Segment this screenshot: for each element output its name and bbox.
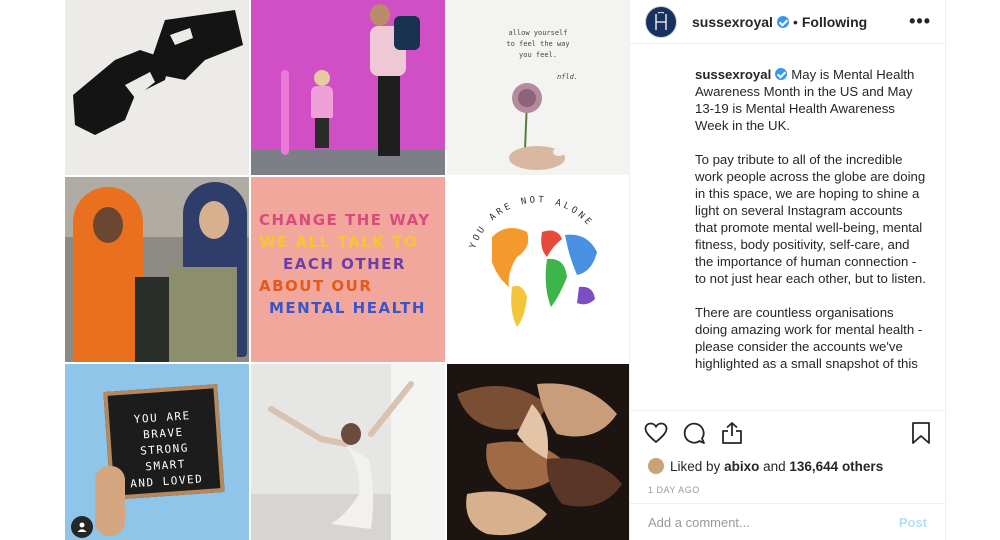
heart-icon[interactable] [644, 422, 668, 444]
grid-tile-stacked-hands [447, 364, 629, 540]
hand [95, 466, 125, 536]
grid-tile-hands [65, 0, 249, 175]
slogan-line: ABOUT OUR [259, 277, 373, 295]
slogan-line: EACH OTHER [283, 255, 406, 273]
share-icon[interactable] [720, 421, 744, 445]
likes-count[interactable]: 136,644 others [789, 459, 883, 474]
man-figure [366, 4, 426, 172]
likes-prefix: Liked by [670, 458, 721, 474]
caption-paragraph: To pay tribute to all of the incredible … [695, 152, 926, 286]
header-separator: • [792, 13, 798, 30]
stacked-hands-illustration [457, 383, 622, 536]
instagram-post: allow yourself to feel the way you feel.… [65, 0, 946, 540]
post-timestamp[interactable]: 1 DAY AGO [630, 477, 945, 503]
comment-input[interactable]: Add a comment... [648, 515, 750, 530]
caption-paragraph: There are countless organisations doing … [695, 305, 923, 371]
grid-tile-two-women [65, 177, 249, 362]
grid-tile-dancer [251, 364, 445, 540]
caption: sussexroyal May is Mental Health Awarenes… [630, 44, 945, 410]
grid-tile-note-flower: allow yourself to feel the way you feel.… [447, 0, 629, 175]
liker-username[interactable]: abixo [724, 459, 759, 474]
caption-paragraph: sussexroyal May is Mental Health Awarenes… [695, 66, 927, 134]
pole [281, 70, 289, 155]
monogram-icon [655, 11, 667, 30]
hands-illustration [73, 10, 243, 135]
slogan-line: MENTAL HEALTH [269, 299, 426, 317]
grid-tile-globe: YOU ARE NOT ALONE [447, 177, 629, 362]
caption-username[interactable]: sussexroyal [695, 67, 771, 82]
grid-tile-pink-wall [251, 0, 445, 175]
comment-icon[interactable] [682, 421, 706, 445]
header-username[interactable]: sussexroyal [692, 14, 773, 30]
slogan-line: WE ALL TALK TO [259, 233, 419, 251]
slogan-line: CHANGE THE WAY [259, 211, 431, 229]
dancer-figure [268, 381, 414, 529]
avatar[interactable] [645, 5, 677, 38]
grid-tile-letter-board: YOU ARE BRAVE STRONG SMART AND LOVED [65, 364, 249, 540]
action-bar [630, 410, 945, 455]
globe-illustration: YOU ARE NOT ALONE [468, 195, 597, 327]
child-figure [306, 70, 340, 155]
verified-badge-icon [775, 68, 788, 80]
following-button[interactable]: Following [802, 14, 867, 30]
comment-bar: Add a comment... Post [630, 503, 945, 540]
post-sidebar: sussexroyal • Following ••• sussexroyal M… [629, 0, 945, 540]
verified-badge-icon [776, 15, 789, 28]
more-options-icon[interactable]: ••• [909, 11, 931, 32]
post-header: sussexroyal • Following ••• [630, 0, 945, 44]
post-comment-button[interactable]: Post [899, 515, 927, 530]
bookmark-icon[interactable] [911, 421, 931, 445]
user-tag-icon[interactable] [71, 516, 93, 538]
post-image-grid[interactable]: allow yourself to feel the way you feel.… [65, 0, 629, 540]
liker-avatar[interactable] [648, 458, 664, 474]
flower-illustration [509, 83, 565, 170]
likes-row: Liked by abixo and 136,644 others [630, 455, 945, 477]
likes-middle: and [763, 458, 786, 474]
grid-tile-slogan: CHANGE THE WAY WE ALL TALK TO EACH OTHER… [251, 177, 445, 362]
